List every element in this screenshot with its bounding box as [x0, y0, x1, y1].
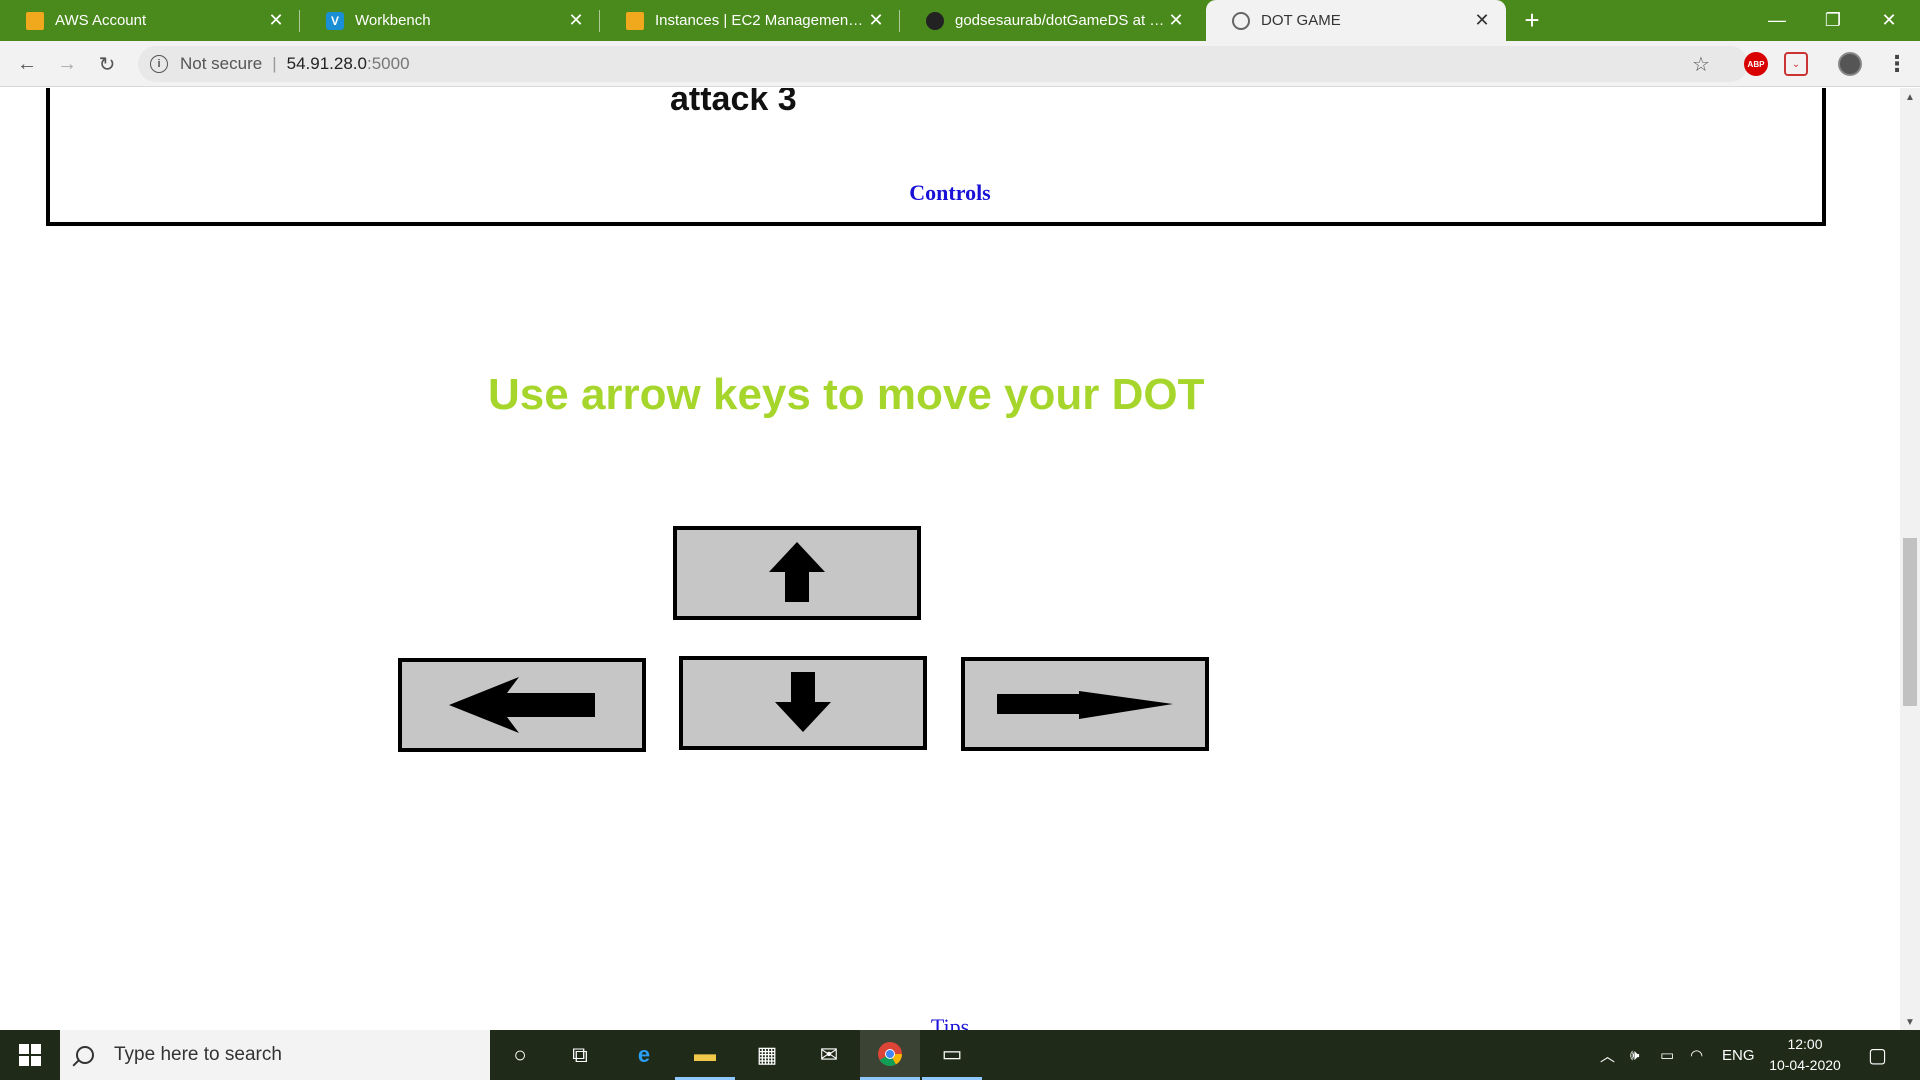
tab-workbench[interactable]: V Workbench ✕: [300, 0, 600, 41]
restore-button[interactable]: ❐: [1810, 0, 1856, 41]
close-icon[interactable]: ✕: [1166, 10, 1186, 31]
tab-title: godsesaurab/dotGameDS at new: [955, 12, 1166, 29]
edge-icon[interactable]: e: [614, 1030, 674, 1080]
arrow-left-icon: [449, 677, 595, 733]
key-left: [398, 658, 646, 752]
taskbar-search[interactable]: Type here to search: [60, 1030, 490, 1080]
new-tab-button[interactable]: +: [1518, 5, 1546, 35]
adblock-label: ABP: [1747, 59, 1765, 69]
browser-menu-icon[interactable]: ⋮: [1886, 51, 1908, 77]
task-view-icon[interactable]: ⧉: [550, 1030, 610, 1080]
page-viewport: attack 3 Controls Use arrow keys to move…: [0, 88, 1920, 1030]
arrow-down-icon: [775, 672, 831, 732]
address-bar[interactable]: i Not secure | 54.91.28.0:5000: [138, 46, 1748, 82]
windows-logo-icon: [19, 1044, 41, 1066]
pocket-icon[interactable]: ⌄: [1784, 52, 1808, 76]
show-hidden-icons-icon[interactable]: ︿: [1600, 1030, 1615, 1080]
url-port: :5000: [366, 54, 410, 73]
bookmark-star-icon[interactable]: ☆: [1692, 52, 1710, 77]
taskbar-clock[interactable]: 12:00 10-04-2020: [1760, 1034, 1850, 1076]
reload-button[interactable]: ↻: [92, 49, 122, 79]
scroll-down-icon[interactable]: ▼: [1905, 1017, 1915, 1028]
instructions-text: Use arrow keys to move your DOT: [488, 370, 1205, 419]
window-close-button[interactable]: ✕: [1866, 0, 1912, 41]
arrow-right-icon: [997, 691, 1173, 719]
clock-time: 12:00: [1787, 1036, 1823, 1052]
profile-avatar[interactable]: [1838, 52, 1862, 76]
store-icon[interactable]: ▦: [737, 1030, 797, 1080]
tab-title: DOT GAME: [1261, 12, 1341, 29]
forward-button[interactable]: →: [52, 49, 82, 79]
wifi-icon[interactable]: ◠: [1690, 1030, 1703, 1080]
info-icon[interactable]: i: [150, 55, 168, 73]
clock-date: 10-04-2020: [1769, 1057, 1841, 1073]
terminal-icon[interactable]: ▭: [922, 1030, 982, 1080]
github-icon: [926, 11, 944, 30]
tab-github[interactable]: godsesaurab/dotGameDS at new ✕: [900, 0, 1200, 41]
language-indicator[interactable]: ENG: [1722, 1030, 1755, 1080]
globe-icon: [1232, 11, 1250, 30]
close-icon[interactable]: ✕: [1472, 10, 1492, 31]
aws-icon: [626, 11, 644, 30]
tab-aws-account[interactable]: AWS Account ✕: [0, 0, 300, 41]
page-scrollbar[interactable]: ▲ ▼: [1900, 88, 1920, 1030]
file-explorer-icon[interactable]: ▬: [675, 1030, 735, 1080]
cortana-icon[interactable]: ○: [490, 1030, 550, 1080]
scrollbar-thumb[interactable]: [1903, 538, 1917, 706]
key-right: [961, 657, 1209, 751]
adblock-plus-icon[interactable]: ABP: [1744, 52, 1768, 76]
url-host: 54.91.28.0: [286, 54, 367, 73]
tab-dot-game[interactable]: DOT GAME ✕: [1206, 0, 1506, 41]
mail-icon[interactable]: ✉: [799, 1030, 859, 1080]
chrome-icon[interactable]: [860, 1030, 920, 1080]
aws-icon: [26, 11, 44, 30]
tab-title: AWS Account: [55, 12, 147, 29]
tab-title: Instances | EC2 Management Console: [655, 12, 866, 29]
browser-toolbar: ← → ↻ i Not secure | 54.91.28.0:5000 ☆ A…: [0, 41, 1920, 87]
notifications-icon[interactable]: ▢: [1868, 1030, 1887, 1080]
scroll-up-icon[interactable]: ▲: [1905, 92, 1915, 103]
security-label[interactable]: Not secure: [180, 54, 262, 74]
close-icon[interactable]: ✕: [866, 10, 886, 31]
windows-taskbar: Type here to search ○ ⧉ e ▬ ▦ ✉ ▭ ︿ 🕪 ▭ …: [0, 1030, 1920, 1080]
volume-icon[interactable]: 🕪: [1630, 1030, 1639, 1080]
start-button[interactable]: [0, 1030, 60, 1080]
browser-tab-strip: AWS Account ✕ V Workbench ✕ Instances | …: [0, 0, 1920, 41]
previous-section-text: attack 3: [670, 88, 797, 118]
controls-heading: Controls: [909, 180, 991, 205]
divider: |: [272, 54, 277, 73]
back-button[interactable]: ←: [12, 49, 42, 79]
search-icon: [76, 1046, 94, 1064]
vocareum-icon: V: [326, 11, 344, 30]
arrow-up-icon: [769, 542, 825, 602]
key-up: [673, 526, 921, 620]
tips-link[interactable]: Tips: [0, 1014, 1900, 1030]
tab-title: Workbench: [355, 12, 431, 29]
key-down: [679, 656, 927, 750]
minimize-button[interactable]: —: [1754, 0, 1800, 41]
chrome-logo-icon: [878, 1041, 902, 1066]
close-icon[interactable]: ✕: [266, 10, 286, 31]
battery-icon[interactable]: ▭: [1660, 1030, 1674, 1080]
search-placeholder: Type here to search: [114, 1044, 282, 1065]
close-icon[interactable]: ✕: [566, 10, 586, 31]
tab-ec2-instances[interactable]: Instances | EC2 Management Console ✕: [600, 0, 900, 41]
